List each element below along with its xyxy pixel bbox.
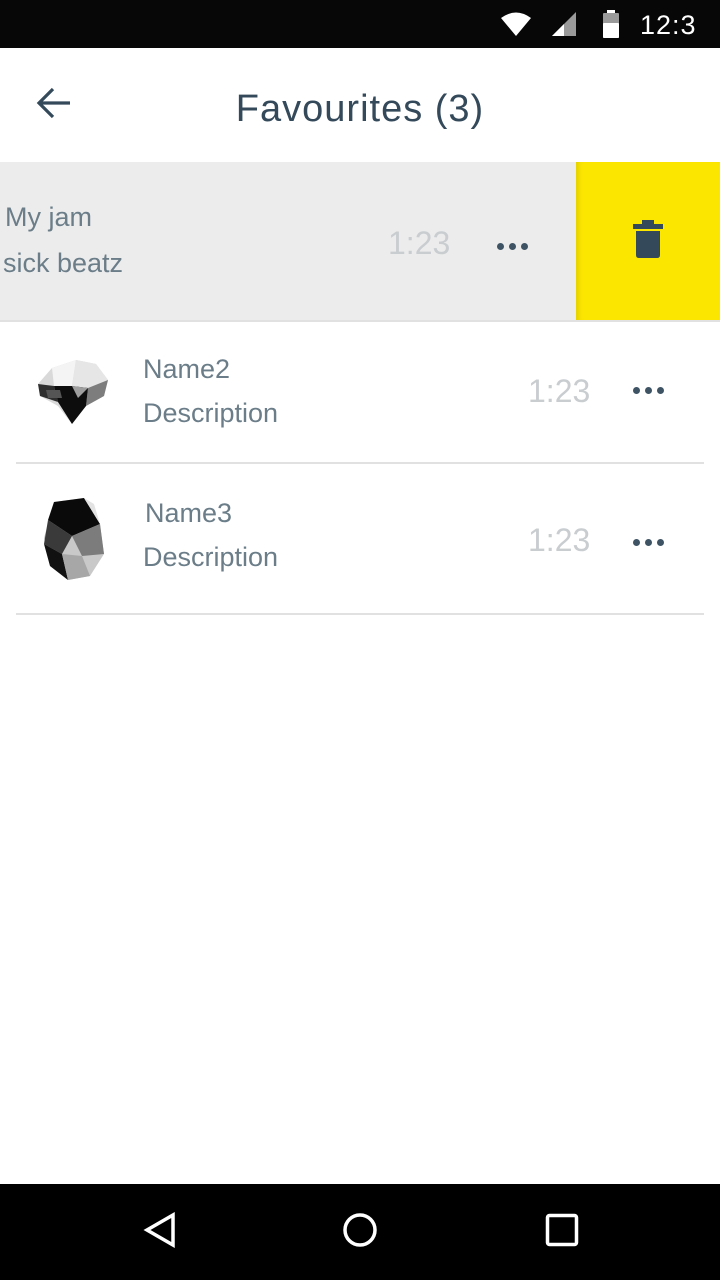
system-navigation-bar [0,1184,720,1280]
favourites-screen: 12:3 Favourites (3) My jam sick beatz 1:… [0,0,720,1280]
track-artwork-thumbnail [32,494,116,580]
cellular-signal-icon [550,0,578,48]
nav-recents-button[interactable] [530,1200,594,1264]
divider [16,613,704,615]
nav-home-button[interactable] [328,1200,392,1264]
delete-button[interactable] [576,162,720,321]
status-time: 12:3 [640,10,697,40]
trash-icon [633,220,663,263]
item-description: Description [143,398,279,428]
list-item[interactable]: Name3 Description 1:23 [0,464,720,604]
wifi-icon [500,0,532,48]
app-bar: Favourites (3) [0,48,720,162]
more-options-button[interactable] [626,368,670,412]
list-item[interactable]: Name2 Description 1:23 [0,322,720,462]
more-horizontal-icon [496,242,504,250]
item-name: Name2 [143,354,231,384]
nav-back-button[interactable] [128,1200,192,1264]
item-description: Description [143,542,279,572]
more-options-button[interactable] [626,520,670,564]
recents-square-icon [545,1213,579,1252]
item-duration: 1:23 [388,225,451,261]
more-horizontal-icon [632,538,640,546]
list-item: My jam sick beatz 1:23 [0,162,720,321]
back-triangle-icon [143,1211,177,1253]
home-circle-icon [342,1212,378,1253]
item-name: Name3 [145,498,233,528]
page-title: Favourites (3) [235,88,485,130]
item-description: sick beatz [3,248,124,278]
item-duration: 1:23 [528,522,591,558]
more-horizontal-icon [632,386,640,394]
item-name: My jam [5,202,92,232]
battery-icon [602,0,620,48]
track-artwork-thumbnail [32,350,116,434]
status-bar: 12:3 [0,0,720,48]
list-item-content[interactable]: My jam sick beatz 1:23 [0,162,576,321]
more-options-button[interactable] [490,224,534,268]
item-duration: 1:23 [528,373,591,409]
